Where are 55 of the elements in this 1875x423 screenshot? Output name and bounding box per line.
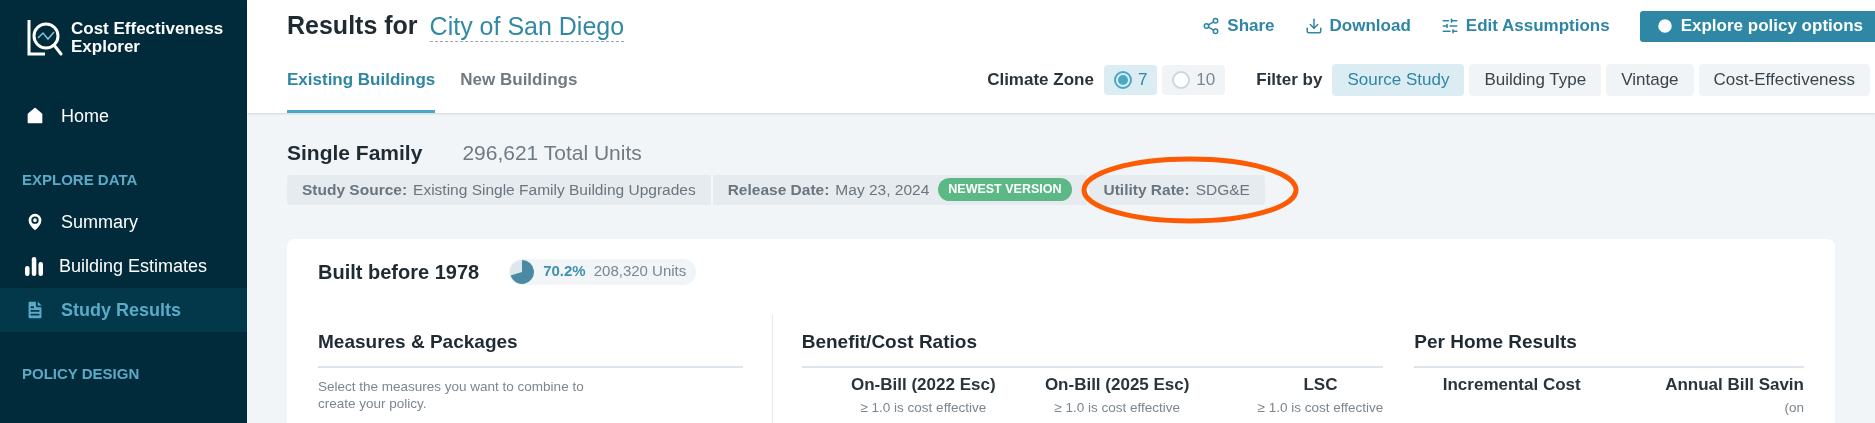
sliders-icon [1440,17,1459,35]
measures-hint: Select the measures you want to combine to create your policy. [318,378,585,412]
sidebar-item[interactable]: Summary [0,200,247,244]
filter-chip[interactable]: Source Study [1332,63,1465,96]
share-units: 208,320 Units [593,261,687,282]
info-label: Release Date: [727,179,830,200]
metric-heading: LSC [1303,374,1338,396]
filter-label: Filter by [1256,68,1323,91]
toolbar-link[interactable]: Share [1202,13,1275,39]
filter-chip[interactable]: Vintage [1606,63,1694,96]
tab[interactable]: Existing Buildings [287,66,436,113]
card-title: Built before 1978 [318,259,480,285]
total-units: 296,621 Total Units [462,140,642,166]
sidebar-item[interactable]: Study Results [0,288,247,332]
metric-note: ≥ 1.0 is cost effective [1257,398,1384,417]
column-heading: Per Home Results [1414,330,1577,352]
filter-chip[interactable]: Building Type [1469,63,1602,96]
toolbar-link[interactable]: Download [1304,13,1411,39]
metric-heading: Incremental Cost [1442,374,1581,396]
app-name: Cost Effectiveness Explorer [71,20,225,56]
section-heading: EXPLORE DATA [22,171,138,188]
metric-note: ≥ 1.0 is cost effective [860,398,987,417]
filter-chip[interactable]: Cost-Effectiveness [1698,63,1870,96]
column-heading: Measures & Packages [318,330,518,352]
info-label: Study Source: [302,179,408,200]
sidebar-item[interactable]: Home [0,94,247,138]
metric-heading: On-Bill (2022 Esc) [851,374,996,396]
climate-zone-radio[interactable]: 10 [1162,64,1226,95]
info-value: May 23, 2024 [835,179,930,200]
share-percent: 70.2% [543,261,586,282]
pie-icon [509,258,536,285]
logo-icon [27,18,63,58]
info-label: Utility Rate: [1103,179,1190,200]
share-icon [1202,17,1221,35]
climate-zone-radio[interactable]: 7 [1103,64,1158,95]
metric-heading: On-Bill (2025 Esc) [1044,374,1190,396]
jurisdiction-link[interactable]: City of San Diego [429,10,625,42]
metric-note: ≥ 1.0 is cost effective [1054,398,1180,417]
toolbar-link[interactable]: Edit Assumptions [1440,13,1610,39]
climate-zone-label: Climate Zone [987,68,1094,91]
section-heading: POLICY DESIGN [22,365,140,382]
download-icon [1304,17,1323,35]
building-type: Single Family [287,140,423,166]
info-value: SDG&E [1195,179,1250,200]
column-heading: Benefit/Cost Ratios [801,330,977,352]
sidebar-item[interactable]: Building Estimates [0,244,247,288]
version-badge: NEWEST VERSION [938,178,1072,201]
explore-button[interactable]: Explore policy options [1639,10,1875,42]
metric-heading: Annual Bill Savin [1665,374,1804,396]
metric-note: (on [1784,398,1804,417]
bar-chart-icon [24,256,44,276]
page-title: Results for [287,10,418,42]
tab[interactable]: New Buildings [460,66,578,113]
info-value: Existing Single Family Building Upgrades [413,179,696,200]
home-icon [24,105,46,127]
